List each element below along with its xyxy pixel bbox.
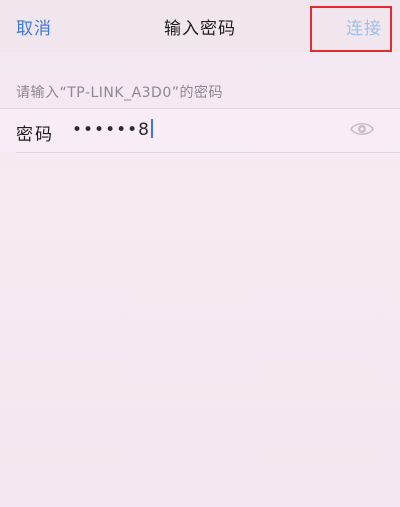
- password-input-text: ••••••8: [72, 120, 150, 140]
- row-divider-top: [0, 108, 400, 109]
- password-input[interactable]: ••••••8: [72, 119, 153, 140]
- network-prompt: 请输入“TP-LINK_A3D0”的密码: [16, 85, 223, 101]
- text-caret: [150, 119, 153, 138]
- eye-icon-graphic: [350, 122, 374, 136]
- row-divider-bottom: [16, 152, 400, 153]
- connect-highlight-box: [310, 6, 392, 52]
- eye-icon[interactable]: [350, 120, 374, 138]
- wifi-password-screen: 取消 输入密码 连接 请输入“TP-LINK_A3D0”的密码 密码 •••••…: [0, 0, 400, 507]
- password-row[interactable]: [0, 108, 400, 152]
- password-label: 密码: [16, 125, 54, 145]
